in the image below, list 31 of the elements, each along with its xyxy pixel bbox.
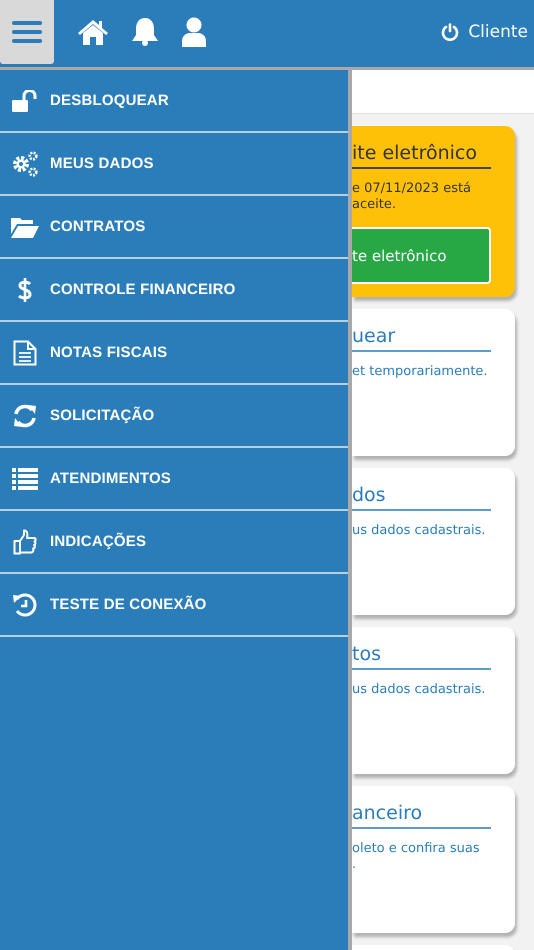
menu-icon (12, 20, 42, 44)
menu-item[interactable]: DESBLOQUEAR (0, 70, 348, 133)
thumbs-up-icon (13, 528, 37, 554)
bell-icon[interactable] (131, 16, 159, 46)
menu-item[interactable]: TESTE DE CONEXÃO (0, 574, 348, 637)
card-text: us dados cadastrais. (352, 523, 487, 539)
power-icon (441, 23, 460, 41)
menu-button[interactable] (0, 0, 54, 64)
menu-item[interactable]: NOTAS FISCAIS (0, 322, 348, 385)
history-icon (12, 592, 38, 616)
menu-item[interactable]: CONTROLE FINANCEIRO (0, 259, 348, 322)
list-icon (12, 468, 38, 490)
accept-button[interactable]: te eletrônico (352, 227, 491, 284)
gears-icon (11, 150, 39, 176)
document-icon (13, 340, 37, 366)
dollar-icon (17, 276, 33, 302)
menu-item[interactable]: MEUS DADOS (0, 133, 348, 196)
folder-icon (11, 216, 39, 238)
menu-item[interactable]: INDICAÇÕES (0, 511, 348, 574)
menu-item[interactable]: SOLICITAÇÃO (0, 385, 348, 448)
logout-link[interactable]: Cliente (441, 22, 528, 42)
user-icon[interactable] (181, 16, 207, 46)
card-text: oleto e confira suas . (352, 841, 481, 873)
menu-item[interactable]: ATENDIMENTOS (0, 448, 348, 511)
unlock-icon (12, 90, 38, 112)
card-text: us dados cadastrais. (352, 682, 487, 698)
card-text: et temporariamente. (352, 364, 489, 380)
home-icon[interactable] (77, 18, 109, 46)
menu-item[interactable]: CONTRATOS (0, 196, 348, 259)
card-text: e 07/11/2023 está aceite. (352, 181, 472, 213)
refresh-icon (13, 404, 37, 428)
